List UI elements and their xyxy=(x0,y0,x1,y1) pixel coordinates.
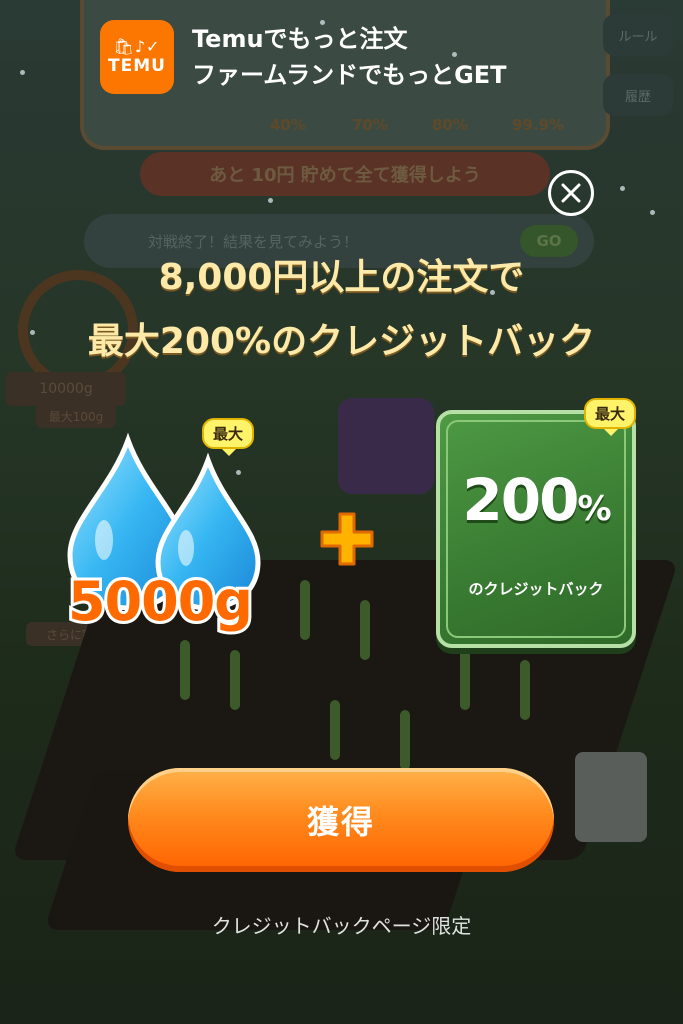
crop-icon xyxy=(520,660,530,720)
credit-percent-sign: % xyxy=(577,489,612,529)
temu-logo: 🛍♪✓ TEMU xyxy=(100,20,174,94)
crop-icon xyxy=(330,700,340,760)
footnote-text: クレジットバックページ限定 xyxy=(211,914,472,938)
percent-mark: 70% xyxy=(352,116,388,134)
headline-line1: 8,000円以上の注文で xyxy=(158,257,525,298)
temu-promo[interactable]: 🛍♪✓ TEMU Temuでもっと注文 ファームランドでもっとGET xyxy=(100,20,507,94)
credit-percent-number: 200 xyxy=(462,466,579,534)
temu-logo-icons: 🛍♪✓ xyxy=(113,37,161,56)
crop-icon xyxy=(460,650,470,710)
rules-button[interactable]: ルール xyxy=(603,14,673,56)
credit-max-tag: 最大 xyxy=(584,398,637,436)
percent-mark: 40% xyxy=(270,116,306,134)
temu-promo-line1: Temuでもっと注文 xyxy=(192,25,408,53)
history-button[interactable]: 履歴 xyxy=(603,74,673,116)
water-reward: 最大 5000g xyxy=(40,418,280,640)
temu-promo-line2: ファームランドでもっとGET xyxy=(192,61,507,89)
headline-line2: 最大200%のクレジットバック xyxy=(87,321,596,362)
snowflake-icon xyxy=(268,198,273,203)
crop-icon xyxy=(300,580,310,640)
crop-icon xyxy=(360,600,370,660)
temu-promo-text: Temuでもっと注文 ファームランドでもっとGET xyxy=(192,21,507,93)
snowflake-icon xyxy=(20,70,25,75)
water-counter-caption: 最大100g xyxy=(36,404,116,428)
crop-icon xyxy=(400,710,410,770)
water-counter: 10000g xyxy=(6,372,126,406)
snowflake-icon xyxy=(650,210,655,215)
snowflake-icon xyxy=(620,186,625,191)
temu-logo-word: TEMU xyxy=(108,56,166,76)
credit-back-label: のクレジットバック xyxy=(468,580,604,598)
credit-back-card: 200% のクレジットバック xyxy=(436,410,636,648)
water-max-tag: 最大 xyxy=(202,418,255,456)
close-button[interactable] xyxy=(548,170,594,216)
claim-button[interactable]: 獲得 xyxy=(128,768,554,872)
gift-box-icon[interactable] xyxy=(575,752,647,842)
progress-banner: あと 10円 貯めて全て獲得しよう xyxy=(140,152,550,196)
plus-icon xyxy=(320,512,374,566)
credit-percent: 200% xyxy=(440,466,632,534)
crop-icon xyxy=(230,650,240,710)
treasure-chest-icon[interactable] xyxy=(338,398,434,494)
percent-mark: 80% xyxy=(432,116,468,134)
crop-icon xyxy=(180,640,190,700)
close-icon xyxy=(561,183,581,203)
water-amount: 5000g xyxy=(65,567,256,636)
percent-mark: 99.9% xyxy=(512,116,565,134)
